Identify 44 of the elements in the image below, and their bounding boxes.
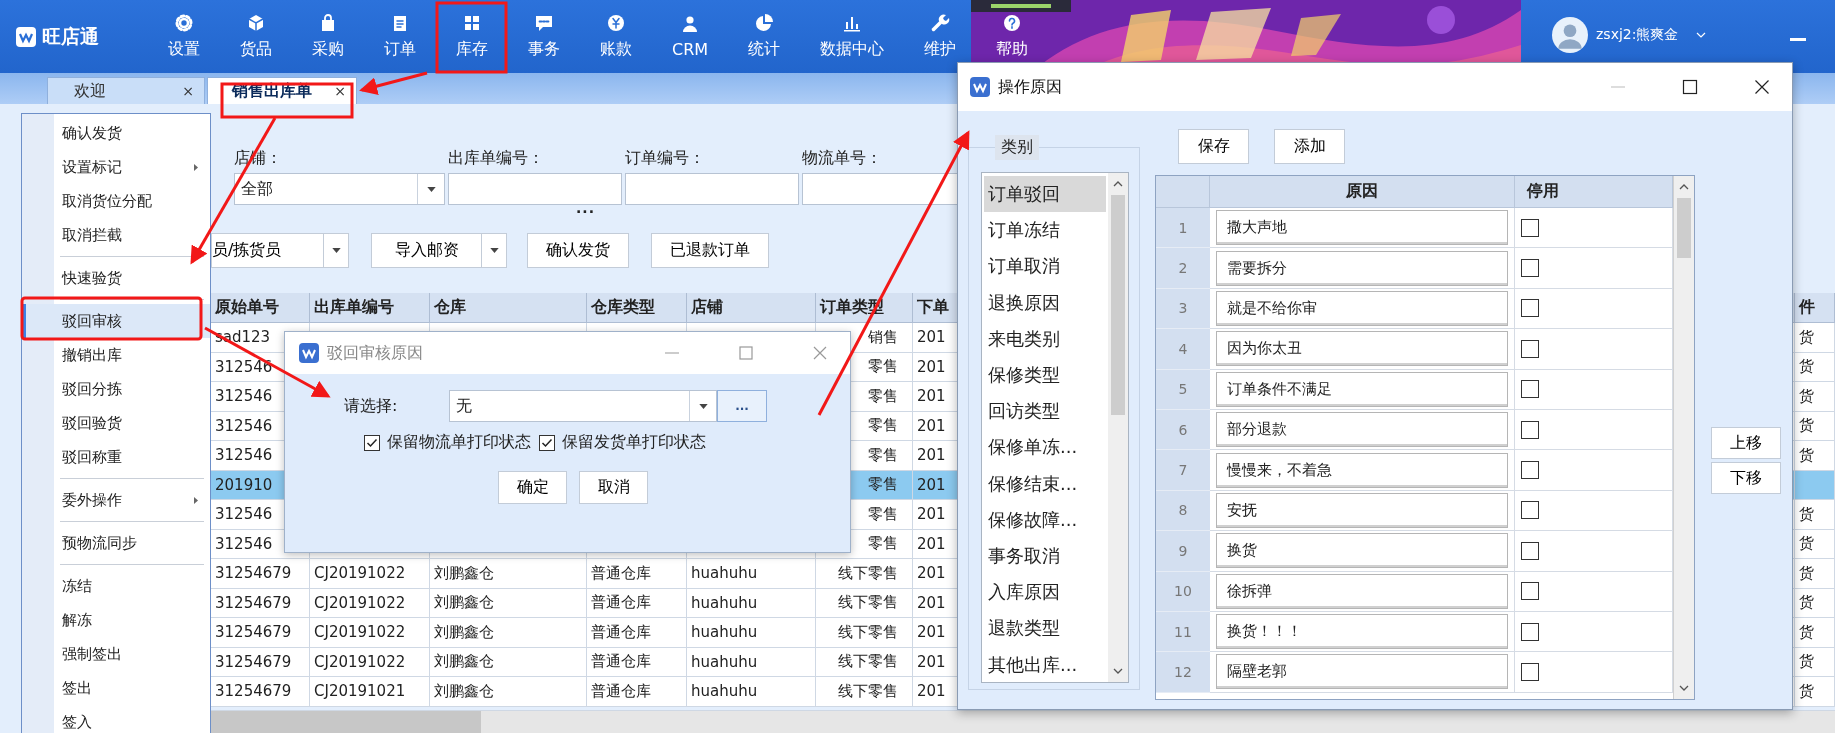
row-number: 3	[1156, 288, 1210, 330]
field-label: 订单编号：	[625, 148, 706, 169]
checkbox-label: 保留发货单打印状态	[562, 432, 706, 453]
row-number: 10	[1156, 571, 1210, 612]
table-cell: huahuhu	[687, 677, 816, 707]
window-title: 驳回审核原因	[327, 342, 423, 364]
field-label: 请选择:	[344, 395, 399, 417]
table-cell: 货	[1795, 382, 1835, 412]
row-number: 1	[1156, 208, 1210, 249]
table-cell: huahuhu	[687, 559, 816, 589]
row-number: 5	[1156, 369, 1210, 410]
row-number: 2	[1156, 248, 1210, 289]
table-cell: huahuhu	[687, 618, 816, 648]
table-cell: 线下零售	[816, 618, 913, 648]
table-cell: 货	[1795, 500, 1835, 530]
app-name: 旺店通	[42, 23, 99, 49]
table-cell: 货	[1795, 677, 1835, 707]
table-cell: 普通仓库	[587, 559, 687, 589]
table-cell: 刘鹏鑫仓	[430, 677, 587, 707]
field-label: 物流单号：	[802, 148, 883, 169]
table-cell: 货	[1795, 618, 1835, 648]
field-label: 出库单编号：	[448, 148, 545, 169]
table-cell: 刘鹏鑫仓	[430, 618, 587, 648]
table-cell: CJ20191022	[310, 559, 430, 589]
table-cell: 货	[1795, 323, 1835, 353]
table-cell: 货	[1795, 441, 1835, 471]
table-cell: CJ20191022	[310, 618, 430, 648]
table-cell: 刘鹏鑫仓	[430, 559, 587, 589]
checkbox-label: 保留物流单打印状态	[387, 432, 531, 453]
row-number: 9	[1156, 531, 1210, 572]
table-cell: 普通仓库	[587, 677, 687, 707]
row-number: 6	[1156, 409, 1210, 451]
table-cell: 货	[1795, 559, 1835, 589]
table-cell: 线下零售	[816, 677, 913, 707]
table-cell: 普通仓库	[587, 618, 687, 648]
row-number: 7	[1156, 450, 1210, 491]
table-cell: 线下零售	[816, 559, 913, 589]
row-number: 11	[1156, 611, 1210, 653]
row-number: 4	[1156, 329, 1210, 370]
row-number: 8	[1156, 490, 1210, 532]
row-number: 12	[1156, 652, 1210, 693]
table-cell: CJ20191021	[310, 677, 430, 707]
group-label: 类别	[995, 135, 1039, 160]
window-title: 操作原因	[998, 76, 1062, 98]
